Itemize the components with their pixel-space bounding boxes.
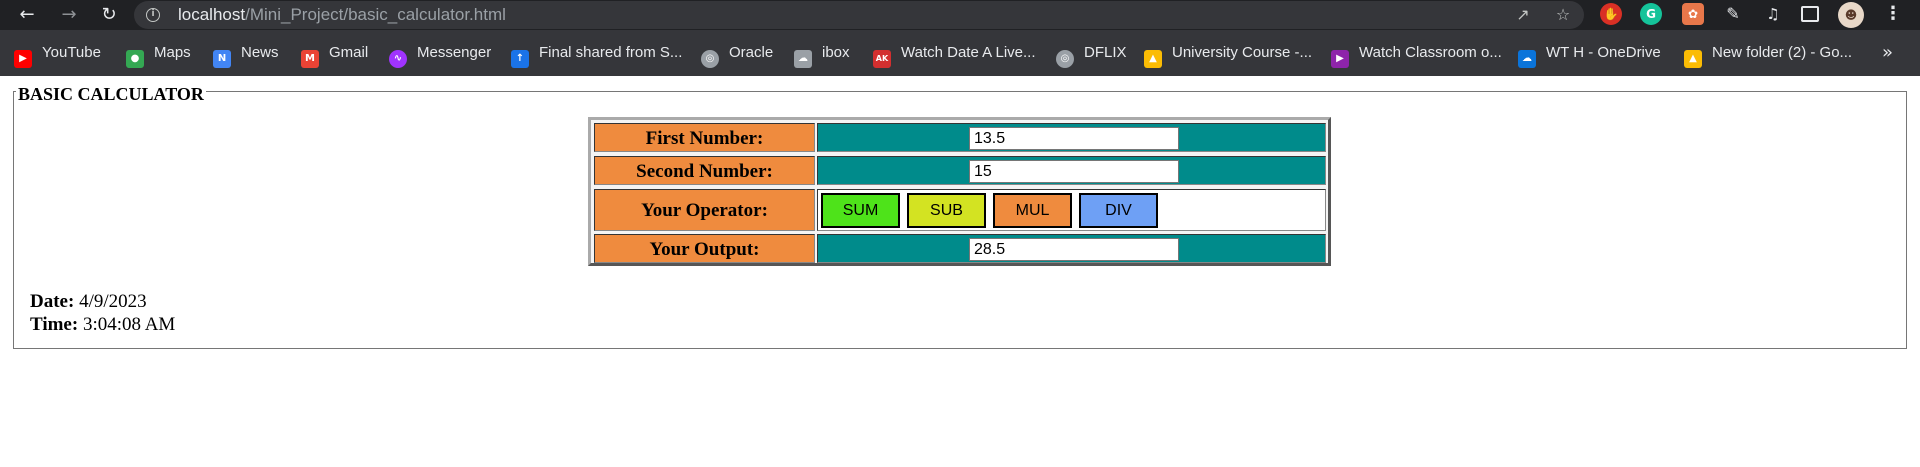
ak-icon: AK (873, 50, 891, 68)
second-number-label: Second Number: (594, 156, 815, 185)
bookmark-youtube[interactable]: ▶ YouTube (14, 42, 101, 68)
url-host: localhost (178, 5, 246, 24)
adblock-hand-icon[interactable]: ✋ (1600, 3, 1622, 25)
output-label: Your Output: (594, 234, 815, 263)
film-reel-icon[interactable]: ✿ (1682, 3, 1704, 25)
url-text[interactable]: localhost/Mini_Project/basic_calculator.… (178, 5, 506, 25)
bookmarks-bar: ▶ YouTube ● Maps N News M Gmail ∿ Messenger ↑… (0, 30, 1920, 76)
bookmark-label: University Course -... (1172, 44, 1313, 61)
bookmark-label: Messenger (417, 44, 492, 61)
share-icon[interactable]: ↗ (1512, 4, 1534, 26)
operator-label: Your Operator: (594, 189, 815, 231)
operator-cell: SUM SUB MUL DIV (817, 189, 1326, 231)
date-time-block: Date: 4/9/2023 Time: 3:04:08 AM (30, 290, 175, 336)
time-label: Time: (30, 314, 79, 335)
bookmark-label: Watch Classroom o... (1359, 44, 1502, 61)
second-number-input[interactable]: 15 (969, 160, 1179, 183)
bookmark-label: DFLIX (1084, 44, 1127, 61)
bookmark-label: Watch Date A Live... (901, 44, 1036, 61)
div-button[interactable]: DIV (1079, 193, 1158, 228)
bookmark-date-a-live[interactable]: AK Watch Date A Live... (873, 42, 1036, 68)
grammarly-icon[interactable]: G (1640, 3, 1662, 25)
bookmark-onedrive[interactable]: ☁ WT H - OneDrive (1518, 42, 1661, 68)
calculator-table: First Number: 13.5 Second Number: 15 You… (588, 117, 1331, 266)
news-icon: N (213, 50, 231, 68)
first-number-label: First Number: (594, 123, 815, 152)
bookmark-label: Final shared from S... (539, 44, 683, 61)
gmail-icon: M (301, 50, 319, 68)
back-arrow-icon[interactable]: ← (13, 1, 41, 29)
address-bar[interactable]: i localhost/Mini_Project/basic_calculato… (134, 1, 1584, 29)
first-number-cell: 13.5 (817, 123, 1326, 152)
youtube-icon: ▶ (14, 50, 32, 68)
second-number-cell: 15 (817, 156, 1326, 185)
time-line: Time: 3:04:08 AM (30, 313, 175, 336)
bookmark-university-course[interactable]: ▲ University Course -... (1144, 42, 1313, 68)
globe-icon: ◎ (1056, 50, 1074, 68)
globe-icon: ◎ (701, 50, 719, 68)
bookmark-label: YouTube (42, 44, 101, 61)
star-icon[interactable]: ☆ (1552, 4, 1574, 26)
bookmarks-overflow-icon[interactable]: » (1882, 42, 1893, 64)
messenger-icon: ∿ (389, 50, 407, 68)
bookmark-gmail[interactable]: M Gmail (301, 42, 369, 68)
play-icon: ▶ (1331, 50, 1349, 68)
date-line: Date: 4/9/2023 (30, 290, 175, 313)
bookmark-label: Maps (154, 44, 191, 61)
cloud-upload-icon: ↑ (511, 50, 529, 68)
bookmark-label: Gmail (329, 44, 369, 61)
ibox-icon: ☁ (794, 50, 812, 68)
extensions-puzzle-icon[interactable]: ✎ (1722, 3, 1744, 25)
time-value: 3:04:08 AM (82, 314, 176, 335)
bookmark-ibox[interactable]: ☁ ibox (794, 42, 850, 68)
onedrive-icon: ☁ (1518, 50, 1536, 68)
bookmark-new-folder[interactable]: ▲ New folder (2) - Go... (1684, 42, 1853, 68)
sub-button[interactable]: SUB (907, 193, 986, 228)
bookmark-maps[interactable]: ● Maps (126, 42, 191, 68)
google-drive-icon: ▲ (1144, 50, 1162, 68)
bookmark-dflix[interactable]: ◎ DFLIX (1056, 42, 1127, 68)
bookmark-oracle[interactable]: ◎ Oracle (701, 42, 774, 68)
bookmark-label: New folder (2) - Go... (1712, 44, 1853, 61)
date-label: Date: (30, 291, 75, 312)
bookmark-watch-classroom[interactable]: ▶ Watch Classroom o... (1331, 42, 1502, 68)
bookmark-news[interactable]: N News (213, 42, 279, 68)
info-icon[interactable]: i (146, 8, 160, 22)
bookmark-label: WT H - OneDrive (1546, 44, 1661, 61)
bookmark-messenger[interactable]: ∿ Messenger (389, 42, 492, 68)
maps-icon: ● (126, 50, 144, 68)
forward-arrow-icon[interactable]: → (55, 1, 83, 29)
date-value: 4/9/2023 (79, 291, 147, 312)
reload-icon[interactable]: ↻ (95, 1, 123, 29)
sum-button[interactable]: SUM (821, 193, 900, 228)
media-queue-icon[interactable]: ♫ (1762, 3, 1784, 25)
bookmark-final-shared[interactable]: ↑ Final shared from S... (511, 42, 683, 68)
output-field[interactable]: 28.5 (969, 238, 1179, 261)
output-cell: 28.5 (817, 234, 1326, 263)
calculator-legend: BASIC CALCULATOR (16, 84, 206, 105)
bookmark-label: ibox (822, 44, 850, 61)
kebab-menu-icon[interactable]: ⋮ (1882, 3, 1904, 25)
bookmark-label: Oracle (729, 44, 774, 61)
google-drive-icon: ▲ (1684, 50, 1702, 68)
profile-avatar[interactable]: ☻ (1838, 2, 1864, 28)
browser-toolbar: ← → ↻ i localhost/Mini_Project/basic_cal… (0, 0, 1920, 30)
mul-button[interactable]: MUL (993, 193, 1072, 228)
first-number-input[interactable]: 13.5 (969, 127, 1179, 150)
side-panel-icon[interactable] (1801, 6, 1819, 22)
bookmark-label: News (241, 44, 279, 61)
url-path: /Mini_Project/basic_calculator.html (245, 5, 506, 24)
